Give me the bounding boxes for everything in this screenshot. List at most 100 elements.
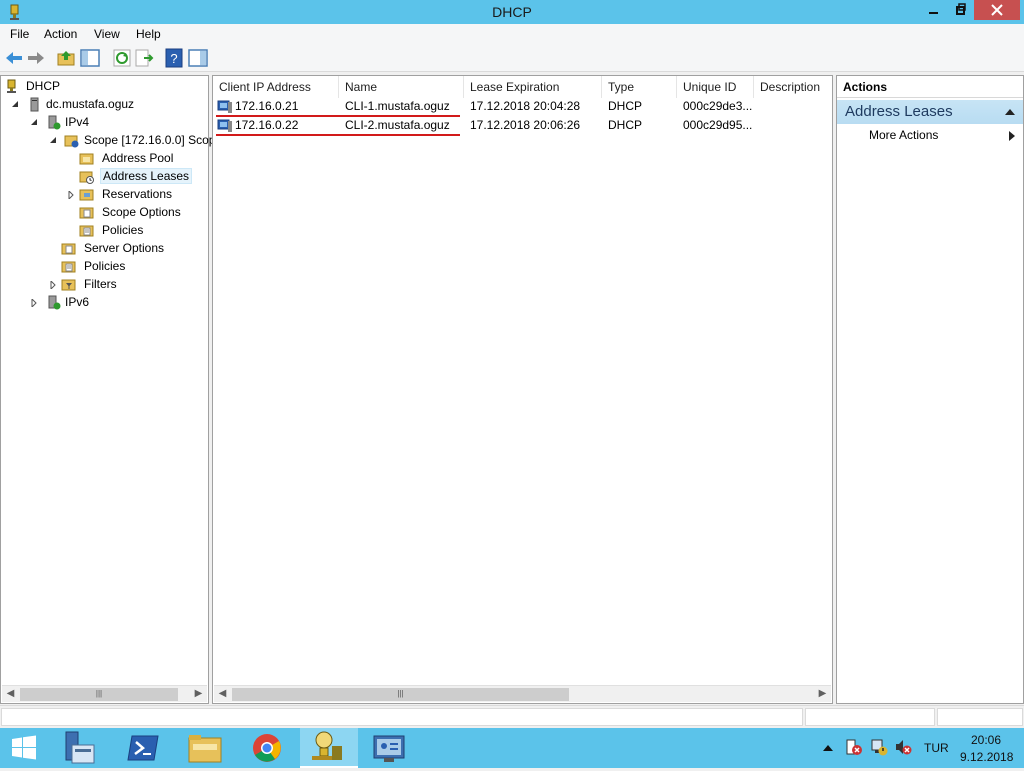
expanded-arrow-icon[interactable] [30, 118, 38, 126]
more-actions-label: More Actions [869, 128, 939, 142]
status-cell-2 [805, 708, 935, 726]
taskbar-control-panel[interactable] [360, 728, 418, 768]
refresh-icon[interactable] [112, 48, 132, 68]
menu-bar: File Action View Help [0, 24, 1024, 44]
console-tree-pane: DHCP dc.mustafa.oguz IPv4 Scope [172.16.… [0, 75, 215, 704]
dhcp-taskbar-icon [312, 731, 342, 760]
tree-label: Address Leases [100, 168, 193, 184]
tree-label: Filters [84, 277, 117, 291]
lease-client-icon [217, 119, 232, 132]
cell-type: DHCP [608, 99, 643, 113]
actions-section-label: Address Leases [845, 103, 953, 120]
column-header-lease-expiration[interactable]: Lease Expiration [464, 76, 602, 98]
cell-client-ip: 172.16.0.21 [235, 99, 299, 113]
scrollbar-thumb[interactable]: ||| [232, 688, 569, 701]
menu-view[interactable]: View [94, 27, 120, 41]
input-language-indicator[interactable]: TUR [924, 741, 949, 755]
show-hidden-icons-icon[interactable] [823, 744, 833, 752]
export-list-icon[interactable] [134, 48, 154, 68]
scroll-right-icon[interactable]: ▶ [814, 686, 831, 703]
cell-lease-expiration: 17.12.2018 20:04:28 [470, 99, 581, 113]
tree-label: Address Pool [102, 151, 174, 165]
minimize-icon [929, 12, 938, 14]
tree-label: IPv4 [65, 115, 90, 129]
status-cell-main [1, 708, 803, 726]
taskbar-file-explorer[interactable] [176, 728, 234, 768]
menu-file[interactable]: File [10, 27, 29, 41]
taskbar-server-manager[interactable] [50, 728, 108, 768]
address-leases-folder-icon [79, 171, 94, 184]
cell-lease-expiration: 17.12.2018 20:06:26 [470, 118, 581, 132]
column-header-client-ip[interactable]: Client IP Address [213, 76, 339, 98]
tree-label: Scope [172.16.0.0] Scop [84, 133, 216, 147]
actions-pane: Actions Address Leases More Actions [836, 75, 1024, 704]
scroll-left-icon[interactable]: ◀ [214, 686, 231, 703]
close-button[interactable] [974, 0, 1020, 20]
submenu-arrow-icon[interactable] [1009, 131, 1015, 141]
more-actions-item[interactable]: More Actions [869, 128, 938, 142]
menu-action[interactable]: Action [44, 27, 77, 41]
column-header-name[interactable]: Name [339, 76, 464, 98]
expanded-arrow-icon[interactable] [49, 136, 57, 144]
lease-list-pane: Client IP Address Name Lease Expiration … [212, 75, 833, 704]
actions-section-address-leases[interactable]: Address Leases [837, 100, 1023, 124]
scope-options-folder-icon [79, 207, 94, 219]
menu-help[interactable]: Help [136, 27, 161, 41]
action-center-icon[interactable] [845, 738, 863, 756]
tree-horizontal-scrollbar[interactable]: ◀ ||| ▶ [2, 685, 207, 702]
scroll-left-icon[interactable]: ◀ [2, 686, 19, 703]
collapse-up-icon[interactable] [1005, 109, 1015, 115]
network-icon[interactable] [870, 738, 888, 756]
tree-label: Policies [84, 259, 126, 273]
windows-logo-icon [12, 735, 36, 760]
column-header-type[interactable]: Type [602, 76, 677, 98]
collapsed-arrow-icon[interactable] [67, 191, 75, 199]
tree-label: IPv6 [65, 295, 90, 309]
status-cell-3 [937, 708, 1023, 726]
scrollbar-thumb[interactable]: ||| [20, 688, 178, 701]
minimize-button[interactable] [920, 0, 947, 20]
table-row[interactable]: 172.16.0.22 CLI-2.mustafa.oguz 17.12.201… [213, 116, 832, 135]
cell-unique-id: 000c29d95... [683, 118, 753, 132]
ipv4-server-icon [48, 115, 61, 130]
list-horizontal-scrollbar[interactable]: ◀ ||| ▶ [214, 685, 831, 702]
volume-muted-icon[interactable] [894, 738, 912, 756]
column-header-unique-id[interactable]: Unique ID [677, 76, 754, 98]
column-header-description[interactable]: Description [754, 76, 832, 98]
taskbar-chrome[interactable] [238, 728, 296, 768]
policies-folder-icon [79, 225, 94, 237]
taskbar-dhcp[interactable] [300, 728, 358, 768]
powershell-icon [127, 735, 159, 761]
restore-icon [956, 3, 966, 15]
server-manager-icon [65, 731, 95, 764]
show-hide-console-tree-icon[interactable] [80, 48, 100, 68]
start-button[interactable] [0, 728, 48, 768]
tree-label: Reservations [102, 187, 173, 201]
clock-time[interactable]: 20:06 [971, 733, 1001, 747]
collapsed-arrow-icon[interactable] [30, 299, 38, 307]
tree-label: dc.mustafa.oguz [46, 97, 135, 111]
filters-folder-icon [61, 279, 76, 291]
window-title: DHCP [492, 4, 532, 20]
ipv6-server-icon [48, 295, 61, 310]
address-pool-folder-icon [79, 153, 94, 165]
table-row[interactable]: 172.16.0.21 CLI-1.mustafa.oguz 17.12.201… [213, 97, 832, 116]
reservations-folder-icon [79, 189, 94, 201]
forward-arrow-icon[interactable] [26, 48, 46, 68]
clock-date[interactable]: 9.12.2018 [960, 750, 1013, 764]
collapsed-arrow-icon[interactable] [49, 281, 57, 289]
help-icon[interactable]: ? [164, 48, 184, 68]
dhcp-icon [7, 79, 16, 93]
taskbar-powershell[interactable] [114, 728, 172, 768]
cell-type: DHCP [608, 118, 643, 132]
show-hide-action-pane-icon[interactable] [188, 48, 208, 68]
back-arrow-icon[interactable] [4, 48, 24, 68]
actions-title: Actions [837, 76, 1023, 98]
scroll-right-icon[interactable]: ▶ [190, 686, 207, 703]
scope-folder-icon [64, 135, 79, 148]
expanded-arrow-icon[interactable] [11, 100, 19, 108]
cell-client-ip: 172.16.0.22 [235, 118, 299, 132]
restore-button[interactable] [947, 0, 974, 20]
up-folder-icon[interactable] [56, 48, 76, 68]
taskbar: TUR 20:06 9.12.2018 [0, 728, 1024, 768]
